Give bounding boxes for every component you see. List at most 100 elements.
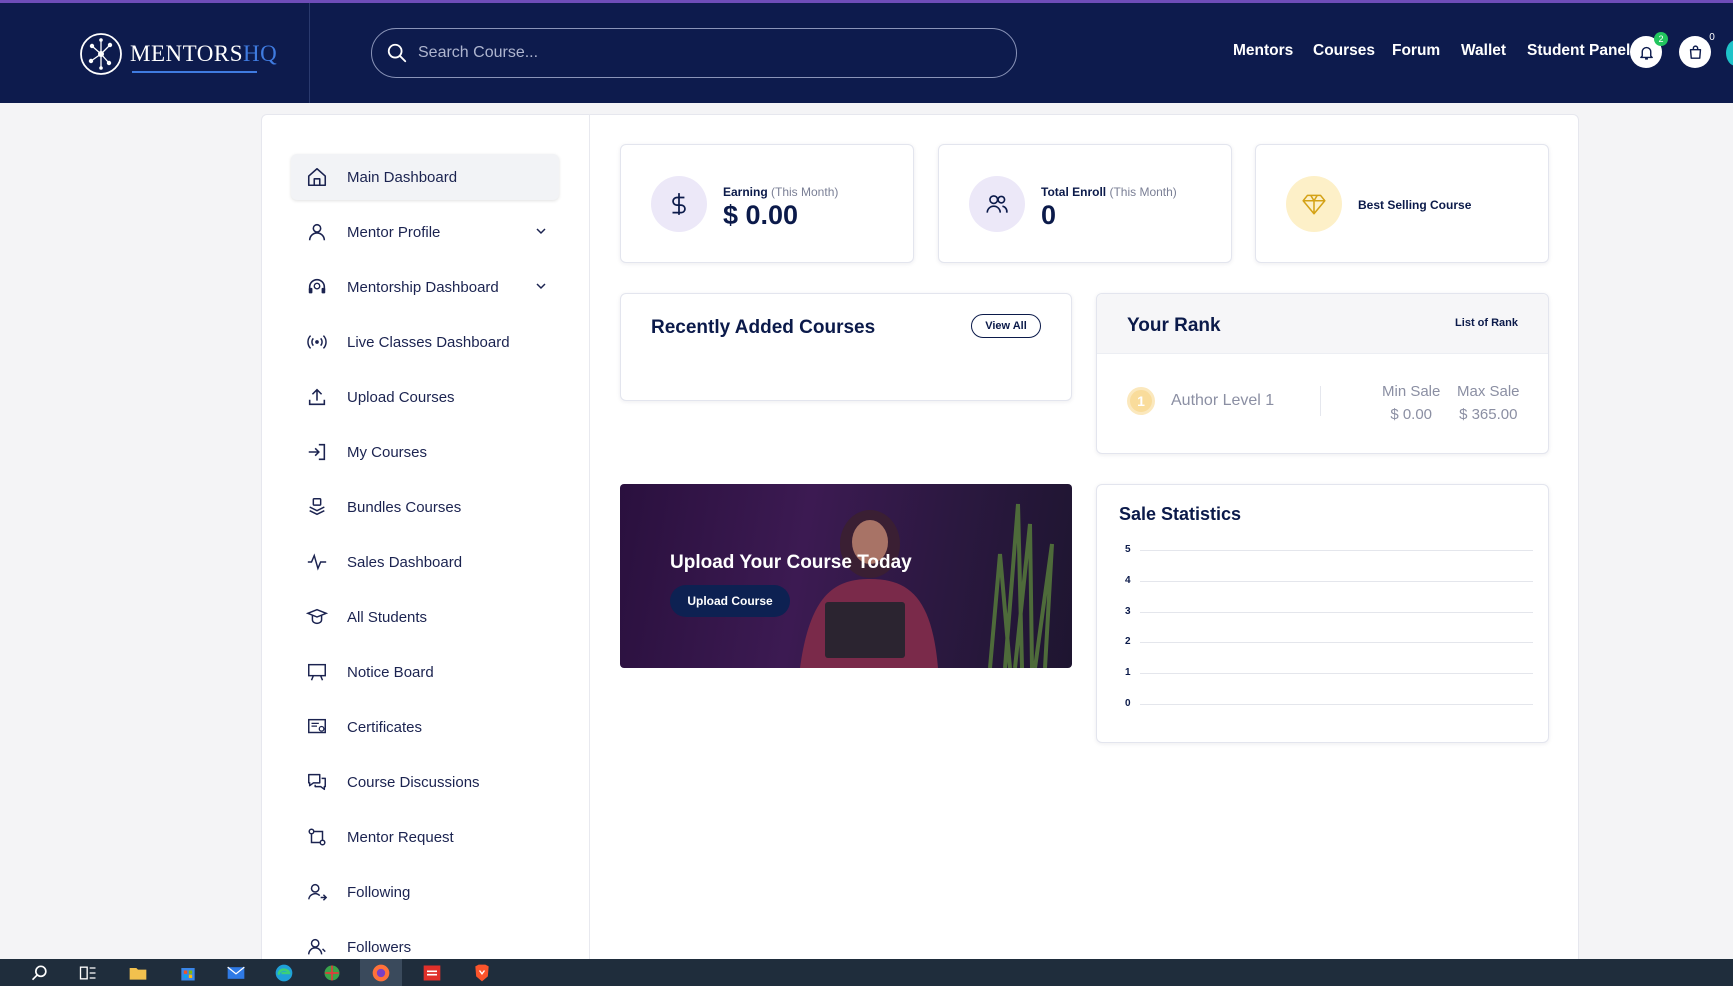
max-sale: Max Sale $ 365.00: [1457, 383, 1520, 423]
sidebar-item-following[interactable]: Following: [291, 869, 559, 915]
sidebar-item-label: Mentor Request: [347, 828, 454, 846]
best-selling-card[interactable]: Best Selling Course: [1255, 144, 1549, 263]
notification-button[interactable]: 2: [1630, 32, 1668, 68]
sidebar-item-certificates[interactable]: Certificates: [291, 704, 559, 750]
login-icon: [306, 441, 328, 463]
nav-courses[interactable]: Courses: [1313, 42, 1375, 60]
rank-title: Your Rank: [1127, 315, 1221, 336]
firefox-icon[interactable]: [371, 963, 391, 983]
upload-icon: [306, 386, 328, 408]
sidebar-item-label: Main Dashboard: [347, 168, 458, 186]
sidebar-item-upload-courses[interactable]: Upload Courses: [291, 374, 559, 420]
task-view-icon[interactable]: [78, 963, 98, 983]
banner-illustration: [800, 503, 1054, 668]
enroll-value: 0: [1041, 200, 1057, 230]
sidebar-item-sales-dashboard[interactable]: Sales Dashboard: [291, 539, 559, 585]
earning-value: $ 0.00: [723, 200, 799, 230]
rank-header: Your Rank List of Rank: [1097, 294, 1548, 354]
recent-courses-title: Recently Added Courses: [651, 317, 876, 338]
store-icon[interactable]: [178, 963, 198, 983]
sidebar-item-mentor-request[interactable]: Mentor Request: [291, 814, 559, 860]
sidebar-item-label: Bundles Courses: [347, 498, 462, 516]
cart-badge: 0: [1709, 31, 1715, 43]
sidebar-item-label: Live Classes Dashboard: [347, 333, 510, 351]
chevron-down-icon[interactable]: [533, 278, 549, 294]
min-sale: Min Sale $ 0.00: [1382, 383, 1441, 423]
dollar-icon: [651, 176, 707, 232]
search-input[interactable]: [418, 44, 998, 62]
sidebar-item-main-dashboard[interactable]: Main Dashboard: [291, 154, 559, 200]
search-icon: [387, 43, 407, 63]
diamond-icon: [1286, 176, 1342, 232]
y-tick-label: 1: [1125, 667, 1131, 679]
nav-wallet[interactable]: Wallet: [1461, 42, 1506, 60]
gridline: [1140, 704, 1533, 705]
sidebar-item-mentorship-dashboard[interactable]: Mentorship Dashboard: [291, 264, 559, 310]
y-tick-label: 2: [1125, 636, 1131, 648]
search-icon[interactable]: [30, 963, 50, 983]
earning-label: Earning (This Month): [723, 185, 839, 199]
followers-icon: [306, 936, 328, 958]
gridline: [1140, 611, 1533, 613]
enroll-card: Total Enroll (This Month) 0: [938, 144, 1232, 263]
header-divider: [309, 3, 310, 103]
sidebar-item-bundles-courses[interactable]: Bundles Courses: [291, 484, 559, 530]
rank-medal-icon: 1: [1127, 387, 1155, 415]
sidebar-item-label: Mentorship Dashboard: [347, 278, 499, 296]
network-app-icon[interactable]: [322, 963, 342, 983]
logo[interactable]: MENTORSHQ: [78, 30, 283, 78]
sidebar-divider: [589, 114, 590, 986]
sidebar-item-notice-board[interactable]: Notice Board: [291, 649, 559, 695]
chat-icon: [306, 771, 328, 793]
nav-mentors[interactable]: Mentors: [1233, 42, 1293, 60]
y-tick-label: 4: [1125, 574, 1131, 586]
sidebar-item-all-students[interactable]: All Students: [291, 594, 559, 640]
sidebar-item-label: Upload Courses: [347, 388, 455, 406]
upload-course-button[interactable]: Upload Course: [670, 585, 790, 617]
following-icon: [306, 881, 328, 903]
graduation-icon: [306, 606, 328, 628]
y-tick-label: 0: [1125, 698, 1131, 709]
sidebar-item-course-discussions[interactable]: Course Discussions: [291, 759, 559, 805]
sidebar-item-label: All Students: [347, 608, 428, 626]
sidebar-item-label: Course Discussions: [347, 773, 480, 791]
rank-separator: [1320, 386, 1321, 416]
enroll-label: Total Enroll (This Month): [1041, 185, 1177, 199]
list-of-rank-link[interactable]: List of Rank: [1455, 317, 1518, 329]
recent-courses-card: Recently Added Courses View All: [620, 293, 1072, 401]
headset-icon: [306, 276, 328, 298]
certificate-icon: [306, 716, 328, 738]
cart-button[interactable]: 0: [1679, 32, 1715, 68]
request-icon: [306, 826, 328, 848]
nav-forum[interactable]: Forum: [1392, 42, 1440, 60]
sidebar-item-label: My Courses: [347, 443, 428, 461]
os-taskbar: [0, 959, 1733, 986]
bell-icon: [1639, 46, 1653, 60]
gridline: [1140, 550, 1533, 551]
brave-icon[interactable]: [472, 963, 492, 983]
gridline: [1140, 580, 1533, 582]
file-explorer-icon[interactable]: [128, 963, 148, 983]
anydesk-icon[interactable]: [422, 963, 442, 983]
earning-card: Earning (This Month) $ 0.00: [620, 144, 914, 263]
mail-icon[interactable]: [226, 963, 246, 983]
rank-level: Author Level 1: [1171, 392, 1275, 409]
chevron-down-icon[interactable]: [533, 223, 549, 239]
sidebar-item-live-classes[interactable]: Live Classes Dashboard: [291, 319, 559, 365]
gridline: [1140, 673, 1533, 675]
notification-badge: 2: [1654, 32, 1668, 46]
bundle-icon: [306, 496, 328, 518]
search-bar[interactable]: [371, 28, 1017, 78]
logo-icon: [80, 33, 122, 75]
banner-title: Upload Your Course Today: [670, 552, 912, 573]
sidebar-item-mentor-profile[interactable]: Mentor Profile: [291, 209, 559, 255]
users-icon: [969, 176, 1025, 232]
edge-icon[interactable]: [274, 963, 294, 983]
home-icon: [306, 166, 328, 188]
view-all-button[interactable]: View All: [971, 314, 1041, 338]
sidebar-item-my-courses[interactable]: My Courses: [291, 429, 559, 475]
nav-student-panel[interactable]: Student Panel: [1527, 42, 1630, 60]
rank-card: Your Rank List of Rank 1 Author Level 1 …: [1096, 293, 1549, 454]
y-tick-label: 5: [1125, 544, 1131, 555]
activity-icon: [306, 551, 328, 573]
